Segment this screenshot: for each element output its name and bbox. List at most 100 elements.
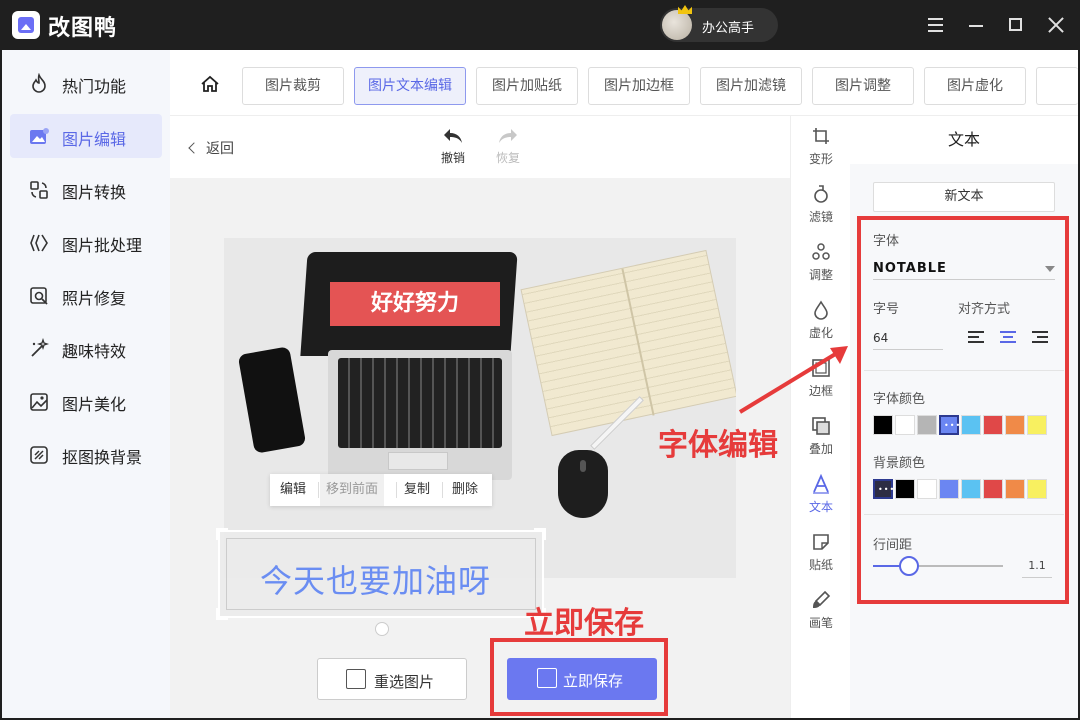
user-account-button[interactable]: 办公高手 (660, 5, 778, 42)
fire-icon (32, 73, 46, 93)
text-context-menu: 编辑 移到前面 复制 删除 (270, 474, 492, 506)
tool-sticker[interactable]: 贴纸 (791, 528, 851, 584)
tab-blur[interactable]: 图片虚化 (924, 67, 1026, 105)
tool-brush[interactable]: 画笔 (791, 586, 851, 642)
canvas-area: 返回 撤销 恢复 好好努力 编辑 移到前面 复制 删除 今天也要加油呀 重选图片… (170, 116, 790, 718)
close-icon[interactable] (1044, 13, 1068, 37)
image-edit-icon (30, 128, 49, 144)
context-bring-front[interactable]: 移到前面 (320, 474, 385, 506)
tool-label: 调整 (808, 268, 833, 282)
photo-mouse-wheel (580, 460, 586, 472)
sidebar-item-label: 图片批处理 (62, 236, 143, 255)
user-name: 办公高手 (702, 21, 755, 36)
photo-repair-icon (30, 287, 48, 305)
back-label: 返回 (206, 141, 234, 157)
filter-icon (814, 185, 828, 203)
sidebar-item-label: 热门功能 (62, 77, 127, 96)
tab-text-edit[interactable]: 图片文本编辑 (354, 67, 466, 105)
sidebar-item-image-edit[interactable]: 图片编辑 (10, 114, 162, 158)
tool-label: 画笔 (808, 616, 833, 630)
sidebar-item-label: 图片编辑 (62, 130, 127, 149)
tool-label: 贴纸 (808, 558, 833, 572)
adjust-icon (812, 243, 830, 260)
resize-handle[interactable] (534, 528, 546, 540)
resize-handle[interactable] (216, 608, 228, 620)
app-logo-icon (12, 11, 40, 39)
save-highlight (490, 638, 668, 716)
title-bar: 改图鸭 办公高手 (0, 0, 1080, 50)
reselect-image-button[interactable]: 重选图片 (317, 658, 467, 700)
tab-crop[interactable]: 图片裁剪 (242, 67, 344, 105)
canvas-toolbar: 返回 撤销 恢复 (170, 116, 790, 178)
sidebar-item-cutout[interactable]: 抠图换背景 (10, 432, 162, 476)
tab-overflow[interactable] (1036, 67, 1078, 105)
app-title: 改图鸭 (48, 16, 118, 41)
sidebar-item-photo-repair[interactable]: 照片修复 (10, 273, 162, 317)
tab-filter[interactable]: 图片加滤镜 (700, 67, 802, 105)
menu-icon[interactable] (924, 13, 948, 37)
photo-trackpad (388, 452, 448, 470)
reselect-label: 重选图片 (374, 673, 435, 691)
tab-adjust[interactable]: 图片调整 (812, 67, 914, 105)
undo-button[interactable]: 撤销 (433, 126, 473, 166)
tool-filter[interactable]: 滤镜 (791, 180, 851, 236)
crown-icon (678, 5, 692, 14)
cutout-icon (30, 446, 48, 464)
context-separator (396, 482, 397, 498)
tool-label: 滤镜 (808, 210, 833, 224)
tool-label: 叠加 (808, 442, 833, 456)
sidebar-item-label: 抠图换背景 (62, 448, 143, 467)
tool-label: 文本 (808, 500, 833, 514)
back-button[interactable]: 返回 (188, 138, 234, 158)
maximize-icon[interactable] (1004, 13, 1028, 37)
sidebar-item-label: 图片转换 (62, 183, 127, 202)
home-icon[interactable] (200, 74, 220, 94)
undo-label: 撤销 (440, 151, 465, 165)
annotation-arrow-icon (738, 346, 848, 414)
save-annotation: 立即保存 (524, 606, 644, 641)
sidebar: 热门功能 图片编辑 图片转换 图片批处理 照片修复 趣味特效 图片美化 抠图换背… (2, 50, 170, 718)
undo-icon (444, 129, 462, 143)
feature-tab-bar: 图片裁剪 图片文本编辑 图片加贴纸 图片加边框 图片加滤镜 图片调整 图片虚化 (170, 50, 1078, 116)
sidebar-item-label: 趣味特效 (62, 342, 127, 361)
rotate-handle[interactable] (375, 622, 389, 636)
new-text-button[interactable]: 新文本 (873, 182, 1055, 212)
crop-icon (813, 128, 829, 144)
panel-title: 文本 (850, 116, 1078, 164)
redo-button[interactable]: 恢复 (488, 126, 528, 166)
sidebar-item-batch[interactable]: 图片批处理 (10, 220, 162, 264)
tool-overlay[interactable]: 叠加 (791, 412, 851, 468)
tool-label: 变形 (808, 152, 833, 166)
redo-icon (499, 129, 517, 143)
context-edit[interactable]: 编辑 (280, 474, 306, 506)
font-edit-annotation: 字体编辑 (658, 428, 778, 463)
chevron-left-icon (188, 142, 200, 154)
tab-sticker[interactable]: 图片加贴纸 (476, 67, 578, 105)
photo-banner-text: 好好努力 (330, 282, 500, 326)
text-layer-box[interactable]: 今天也要加油呀 (216, 528, 546, 620)
context-copy[interactable]: 复制 (404, 474, 430, 506)
sidebar-item-convert[interactable]: 图片转换 (10, 167, 162, 211)
avatar (662, 10, 692, 40)
sidebar-item-label: 照片修复 (62, 289, 127, 308)
tool-text[interactable]: 文本 (791, 470, 851, 526)
tool-transform[interactable]: 变形 (791, 122, 851, 178)
context-separator (318, 482, 319, 498)
magic-wand-icon (31, 338, 50, 357)
sidebar-item-hot[interactable]: 热门功能 (10, 61, 162, 105)
context-delete[interactable]: 删除 (452, 474, 478, 506)
edited-photo[interactable]: 好好努力 (224, 238, 736, 578)
text-layer-content[interactable]: 今天也要加油呀 (260, 556, 491, 602)
redo-label: 恢复 (495, 151, 520, 165)
tab-border[interactable]: 图片加边框 (588, 67, 690, 105)
minimize-icon[interactable] (964, 13, 988, 37)
font-edit-highlight (857, 216, 1069, 604)
sidebar-item-effects[interactable]: 趣味特效 (10, 326, 162, 370)
resize-handle[interactable] (216, 528, 228, 540)
brush-icon (813, 590, 831, 608)
sidebar-item-beautify[interactable]: 图片美化 (10, 379, 162, 423)
tool-adjust[interactable]: 调整 (791, 238, 851, 294)
batch-icon (30, 234, 48, 252)
text-icon (813, 474, 829, 494)
photo-keyboard (338, 358, 502, 448)
